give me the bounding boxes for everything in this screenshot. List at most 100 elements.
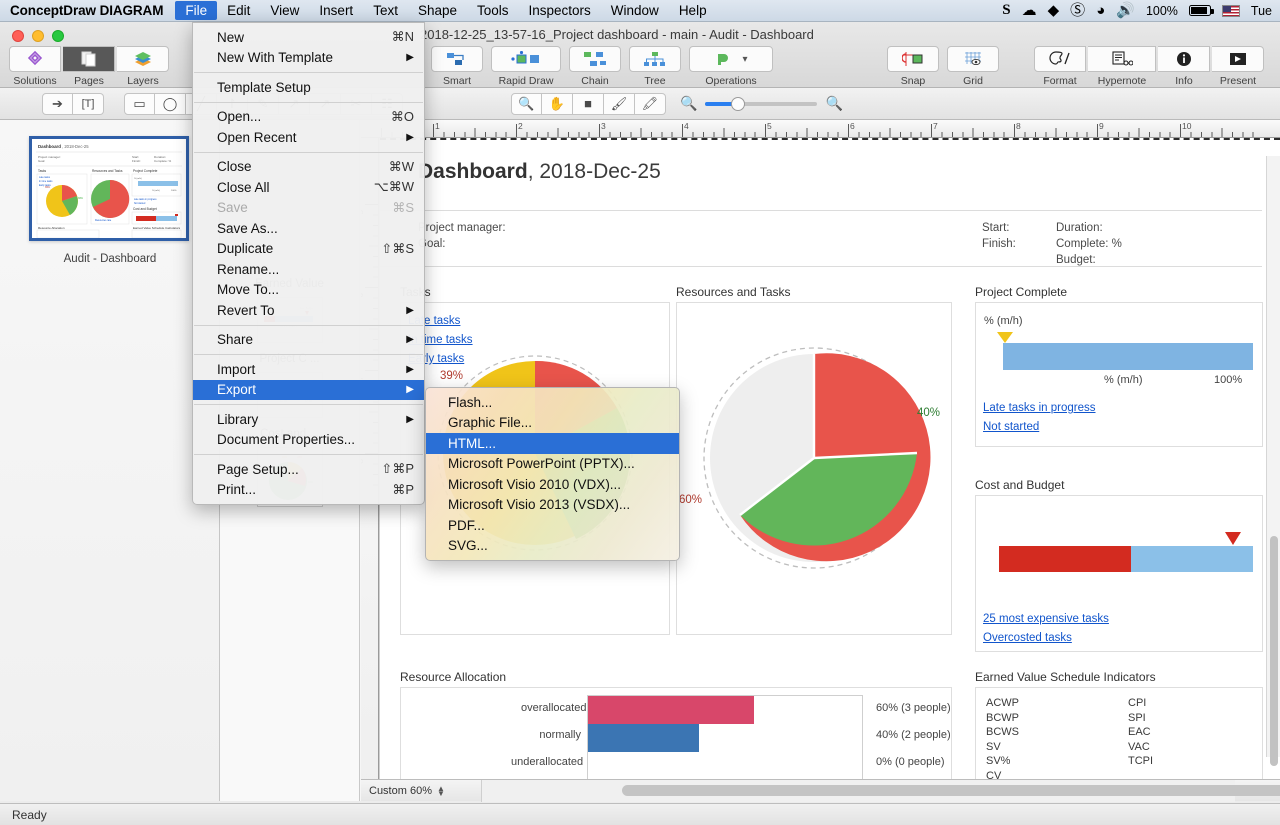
zoom-in-icon[interactable]: 🔍	[825, 95, 842, 112]
submenu-item-visio-2010[interactable]: Microsoft Visio 2010 (VDX)...	[426, 474, 679, 495]
submenu-item-svg[interactable]: SVG...	[426, 536, 679, 557]
skype-icon[interactable]: Ⓢ	[1070, 3, 1085, 18]
zoom-icon[interactable]: 🔍	[511, 93, 542, 115]
app-name-menu[interactable]: ConceptDraw DIAGRAM	[0, 3, 175, 18]
clock-label[interactable]: Tue	[1251, 4, 1272, 18]
toolbar-button-chain[interactable]: Chain	[568, 44, 622, 87]
toolbar-button-present[interactable]: Present	[1211, 44, 1265, 87]
menu-item-new-with-template[interactable]: New With Template▶	[193, 48, 424, 69]
menu-item-close[interactable]: Close⌘W	[193, 157, 424, 178]
menu-item-open[interactable]: Open...⌘O	[193, 107, 424, 128]
selection-tools-group[interactable]: ➔ [T]	[42, 93, 104, 115]
menu-view[interactable]: View	[260, 1, 309, 20]
menu-window[interactable]: Window	[601, 1, 669, 20]
minimize-window-button[interactable]	[32, 30, 44, 42]
vertical-scroll-thumb[interactable]	[1270, 536, 1278, 766]
zoom-stepper-icon[interactable]: ▲▼	[437, 786, 445, 796]
canvas-horizontal-scrollbar[interactable]	[481, 780, 1235, 802]
window-controls[interactable]	[12, 30, 64, 42]
stamp-icon[interactable]: ■	[573, 93, 604, 115]
menu-inspectors[interactable]: Inspectors	[519, 1, 601, 20]
menu-item-save-as[interactable]: Save As...	[193, 218, 424, 239]
skype-s-icon[interactable]: S	[1002, 3, 1010, 18]
menu-item-rename[interactable]: Rename...	[193, 259, 424, 280]
menu-item-template-setup[interactable]: Template Setup	[193, 77, 424, 98]
panel-earned-value[interactable]: ACWP BCWP BCWS SV SV% CV CV% CPI SPI EAC	[975, 687, 1263, 779]
menu-item-new[interactable]: New⌘N	[193, 27, 424, 48]
link-not-started[interactable]: Not started	[983, 421, 1039, 433]
zoom-out-icon[interactable]: 🔍	[680, 95, 697, 112]
hand-icon[interactable]: ✋	[542, 93, 573, 115]
menu-item-document-properties[interactable]: Document Properties...	[193, 430, 424, 451]
menu-item-share[interactable]: Share▶	[193, 330, 424, 351]
close-window-button[interactable]	[12, 30, 24, 42]
dropbox-icon[interactable]: ◆	[1048, 3, 1060, 18]
menu-insert[interactable]: Insert	[309, 1, 363, 20]
menu-help[interactable]: Help	[669, 1, 717, 20]
menu-item-export[interactable]: Export▶	[193, 380, 424, 401]
export-submenu[interactable]: Flash... Graphic File... HTML... Microso…	[425, 387, 680, 561]
toolbar-button-pages[interactable]: Pages	[62, 44, 116, 87]
link-late-tasks-in-progress[interactable]: Late tasks in progress	[983, 402, 1096, 414]
link-25-most-expensive-tasks[interactable]: 25 most expensive tasks	[983, 613, 1109, 625]
menu-file[interactable]: File	[175, 1, 217, 20]
panel-resources-tasks[interactable]: 40% 60%	[676, 302, 952, 635]
canvas-vertical-scrollbar[interactable]	[1266, 156, 1280, 757]
toolbar-button-solutions[interactable]: Solutions	[8, 44, 62, 87]
submenu-item-powerpoint[interactable]: Microsoft PowerPoint (PPTX)...	[426, 454, 679, 475]
zoom-slider-control[interactable]: 🔍 🔍	[680, 95, 843, 112]
menu-tools[interactable]: Tools	[467, 1, 519, 20]
menu-edit[interactable]: Edit	[217, 1, 260, 20]
menu-item-revert-to[interactable]: Revert To▶	[193, 300, 424, 321]
menu-shape[interactable]: Shape	[408, 1, 467, 20]
maximize-window-button[interactable]	[52, 30, 64, 42]
menu-item-move-to[interactable]: Move To...	[193, 280, 424, 301]
menu-item-page-setup[interactable]: Page Setup...⇧⌘P	[193, 459, 424, 480]
menu-item-open-recent[interactable]: Open Recent▶	[193, 127, 424, 148]
zoom-slider[interactable]	[705, 102, 817, 106]
panel-resource-allocation[interactable]: overallocated normally underallocated 60…	[400, 687, 952, 779]
menu-item-close-all[interactable]: Close All⌥⌘W	[193, 177, 424, 198]
panel-cost-budget[interactable]	[975, 495, 1263, 652]
text-tool-icon[interactable]: [T]	[73, 93, 104, 115]
toolbar-button-format[interactable]: Format	[1033, 44, 1087, 87]
toolbar-button-operations[interactable]: ▾ Operations	[688, 44, 774, 87]
view-mode-segmented-control[interactable]: Solutions Pages Layers	[8, 44, 170, 87]
file-menu-dropdown[interactable]: New⌘N New With Template▶ Template Setup …	[192, 22, 425, 505]
toolbar-button-hypernote[interactable]: Hypernote	[1087, 44, 1157, 87]
toolbar-button-grid[interactable]: Grid	[946, 44, 1000, 87]
toolbar-button-smart[interactable]: Smart	[430, 44, 484, 87]
toolbar-button-rapid-draw[interactable]: Rapid Draw	[490, 44, 562, 87]
chevron-down-icon[interactable]: ▾	[742, 54, 747, 65]
submenu-item-html[interactable]: HTML...	[426, 433, 679, 454]
horizontal-scroll-thumb[interactable]	[622, 785, 1280, 796]
submenu-item-graphic-file[interactable]: Graphic File...	[426, 413, 679, 434]
ellipse-icon[interactable]: ◯	[155, 93, 186, 115]
input-language-flag-icon[interactable]	[1222, 5, 1240, 17]
submenu-item-visio-2013[interactable]: Microsoft Visio 2013 (VSDX)...	[426, 495, 679, 516]
pointer-icon[interactable]: ➔	[42, 93, 73, 115]
toolbar-button-layers[interactable]: Layers	[116, 44, 170, 87]
submenu-item-pdf[interactable]: PDF...	[426, 515, 679, 536]
page-thumbnail[interactable]: Dashboard , 2018-Dec-25 Project manager:…	[29, 136, 189, 241]
rectangle-icon[interactable]: ▭	[124, 93, 155, 115]
toolbar-button-snap[interactable]: Snap	[886, 44, 940, 87]
submenu-item-flash[interactable]: Flash...	[426, 392, 679, 413]
wifi-icon[interactable]: ◕	[1096, 3, 1105, 18]
menu-item-library[interactable]: Library▶	[193, 409, 424, 430]
volume-icon[interactable]: 🔊	[1116, 3, 1135, 18]
link-overcosted-tasks[interactable]: Overcosted tasks	[983, 632, 1072, 644]
snap-grid-group[interactable]: Snap Grid	[886, 44, 1000, 87]
eyedropper-icon[interactable]: 🖌	[604, 93, 635, 115]
brush-icon[interactable]: 🖍	[635, 93, 666, 115]
menu-text[interactable]: Text	[363, 1, 408, 20]
menu-item-print[interactable]: Print...⌘P	[193, 480, 424, 501]
connector-tools-group[interactable]: Smart Rapid Draw Chain	[430, 44, 774, 87]
toolbar-button-info[interactable]: Info	[1157, 44, 1211, 87]
toolbar-button-tree[interactable]: Tree	[628, 44, 682, 87]
menu-item-duplicate[interactable]: Duplicate⇧⌘S	[193, 239, 424, 260]
menu-item-import[interactable]: Import▶	[193, 359, 424, 380]
battery-icon[interactable]	[1189, 5, 1211, 16]
view-tools-group[interactable]: 🔍 ✋ ■ 🖌 🖍	[511, 93, 666, 115]
zoom-level-selector[interactable]: Custom 60% ▲▼	[361, 785, 481, 797]
